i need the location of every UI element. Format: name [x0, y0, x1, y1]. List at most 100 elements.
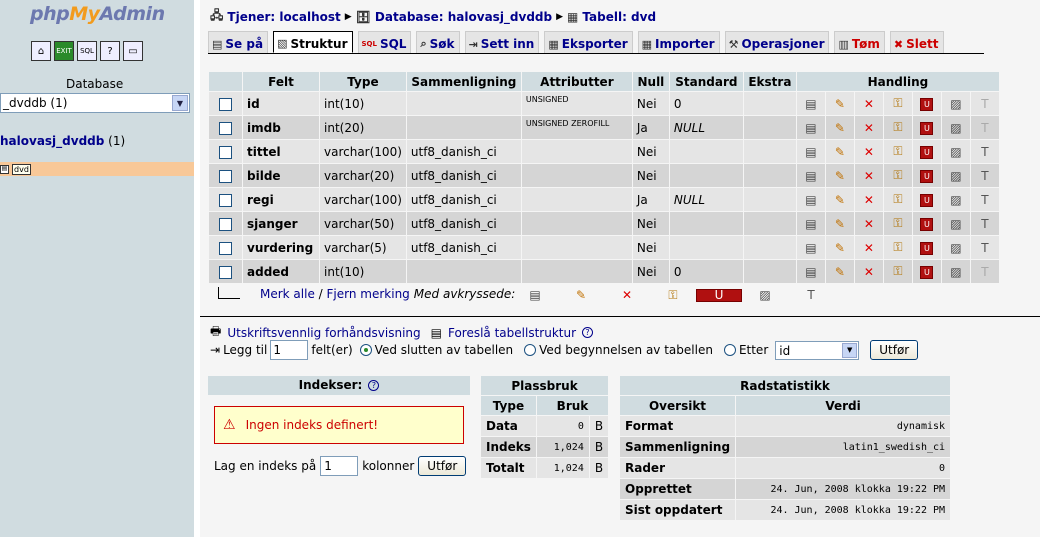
index-icon[interactable]: ▨	[941, 188, 970, 211]
table-icon[interactable]: ▤	[0, 164, 9, 174]
index-icon[interactable]: ▨	[941, 260, 970, 283]
tab-browse[interactable]: ▤ Se på	[208, 31, 269, 53]
after-field-select[interactable]: id ▼	[775, 340, 860, 360]
propose-structure-link[interactable]: Foreslå tabellstruktur	[448, 326, 576, 340]
tab-structure[interactable]: ▧ Struktur	[273, 31, 353, 53]
create-index-go-button[interactable]: Utfør	[418, 456, 467, 476]
primary-selected-icon[interactable]: ⚿	[650, 288, 696, 303]
row-checkbox[interactable]	[219, 97, 232, 111]
unique-icon[interactable]: U	[912, 260, 941, 283]
row-checkbox[interactable]	[219, 193, 232, 207]
help-icon[interactable]: ?	[582, 327, 594, 338]
chevron-down-icon[interactable]: ▼	[172, 95, 188, 111]
primary-key-icon[interactable]: ⚿	[883, 212, 912, 235]
sidebar-table-dvd[interactable]: ▤ dvd	[0, 162, 194, 176]
browse-distinct-icon[interactable]: ▤	[796, 212, 825, 235]
tab-insert[interactable]: ⇥ Sett inn	[464, 31, 540, 53]
fulltext-icon[interactable]: T	[970, 212, 999, 235]
fulltext-icon[interactable]: T	[970, 260, 999, 283]
edit-icon[interactable]: ✎	[825, 212, 854, 235]
primary-key-icon[interactable]: ⚿	[883, 260, 912, 283]
create-index-count-input[interactable]	[320, 456, 359, 476]
help-icon[interactable]: ?	[368, 380, 380, 391]
query-window-icon[interactable]: ▭	[123, 41, 143, 61]
edit-icon[interactable]: ✎	[825, 260, 854, 283]
phpmyadmin-logo[interactable]: phpMyAdmin	[30, 3, 165, 25]
unique-icon[interactable]: U	[912, 188, 941, 211]
browse-distinct-icon[interactable]: ▤	[796, 164, 825, 187]
drop-selected-icon[interactable]: ✕	[604, 288, 650, 303]
browse-distinct-icon[interactable]: ▤	[796, 260, 825, 283]
row-checkbox[interactable]	[219, 121, 232, 135]
drop-icon[interactable]: ✕	[854, 140, 883, 163]
add-fields-go-button[interactable]: Utfør	[870, 340, 919, 360]
row-checkbox[interactable]	[219, 265, 232, 279]
unique-icon[interactable]: U	[912, 212, 941, 235]
unique-icon[interactable]: U	[912, 116, 941, 139]
fulltext-icon[interactable]: T	[970, 140, 999, 163]
add-fields-count-input[interactable]	[270, 340, 309, 360]
breadcrumb-server[interactable]: Tjener: localhost	[227, 10, 340, 24]
index-icon[interactable]: ▨	[941, 164, 970, 187]
unique-icon[interactable]: U	[912, 236, 941, 259]
primary-key-icon[interactable]: ⚿	[883, 236, 912, 259]
fulltext-icon[interactable]: T	[970, 92, 999, 115]
database-link[interactable]: halovasj_dvddb (1)	[0, 134, 125, 148]
radio-after[interactable]	[723, 344, 736, 356]
row-checkbox[interactable]	[219, 169, 232, 183]
unique-icon[interactable]: U	[912, 164, 941, 187]
row-checkbox[interactable]	[219, 145, 232, 159]
edit-icon[interactable]: ✎	[825, 116, 854, 139]
tab-sql[interactable]: SQL SQL	[357, 31, 412, 53]
browse-distinct-icon[interactable]: ▤	[796, 92, 825, 115]
database-select[interactable]: _dvddb (1) ▼	[0, 93, 190, 113]
radio-at-beginning-label[interactable]: Ved begynnelsen av tabellen	[539, 343, 713, 357]
index-icon[interactable]: ▨	[941, 116, 970, 139]
check-all-link[interactable]: Merk alle	[260, 287, 315, 301]
tab-search[interactable]: ⌕ Søk	[416, 31, 460, 53]
primary-key-icon[interactable]: ⚿	[883, 140, 912, 163]
chevron-down-icon[interactable]: ▼	[842, 342, 858, 358]
drop-icon[interactable]: ✕	[854, 236, 883, 259]
index-selected-icon[interactable]: ▨	[742, 288, 788, 303]
index-icon[interactable]: ▨	[941, 212, 970, 235]
home-icon[interactable]: ⌂	[31, 41, 51, 61]
unique-icon[interactable]: U	[912, 92, 941, 115]
tab-import[interactable]: ▦ Importer	[637, 31, 720, 53]
tab-empty[interactable]: ▥ Tøm	[834, 31, 885, 53]
edit-icon[interactable]: ✎	[825, 92, 854, 115]
drop-icon[interactable]: ✕	[854, 260, 883, 283]
index-icon[interactable]: ▨	[941, 236, 970, 259]
browse-distinct-icon[interactable]: ▤	[796, 140, 825, 163]
radio-at-end-label[interactable]: Ved slutten av tabellen	[375, 343, 513, 357]
index-icon[interactable]: ▨	[941, 140, 970, 163]
row-checkbox[interactable]	[219, 217, 232, 231]
tab-drop[interactable]: ✖ Slett	[889, 31, 944, 53]
primary-key-icon[interactable]: ⚿	[883, 188, 912, 211]
breadcrumb-table[interactable]: Tabell: dvd	[582, 10, 656, 24]
docs-icon[interactable]: ?	[100, 41, 120, 61]
sidebar-table-label[interactable]: dvd	[12, 163, 31, 175]
fulltext-icon[interactable]: T	[970, 188, 999, 211]
uncheck-all-link[interactable]: Fjern merking	[327, 287, 410, 301]
index-icon[interactable]: ▨	[941, 92, 970, 115]
fulltext-icon[interactable]: T	[970, 236, 999, 259]
browse-distinct-icon[interactable]: ▤	[796, 116, 825, 139]
radio-at-beginning[interactable]	[524, 344, 537, 356]
tab-operations[interactable]: ⚒ Operasjoner	[724, 31, 830, 53]
primary-key-icon[interactable]: ⚿	[883, 164, 912, 187]
radio-at-end[interactable]	[359, 344, 372, 356]
unique-icon[interactable]: U	[912, 140, 941, 163]
edit-icon[interactable]: ✎	[825, 188, 854, 211]
drop-icon[interactable]: ✕	[854, 116, 883, 139]
fulltext-selected-icon[interactable]: T	[788, 288, 834, 303]
edit-selected-icon[interactable]: ✎	[558, 288, 604, 303]
drop-icon[interactable]: ✕	[854, 92, 883, 115]
primary-key-icon[interactable]: ⚿	[883, 116, 912, 139]
edit-icon[interactable]: ✎	[825, 140, 854, 163]
edit-icon[interactable]: ✎	[825, 164, 854, 187]
drop-icon[interactable]: ✕	[854, 212, 883, 235]
drop-icon[interactable]: ✕	[854, 164, 883, 187]
browse-distinct-icon[interactable]: ▤	[796, 236, 825, 259]
fulltext-icon[interactable]: T	[970, 116, 999, 139]
